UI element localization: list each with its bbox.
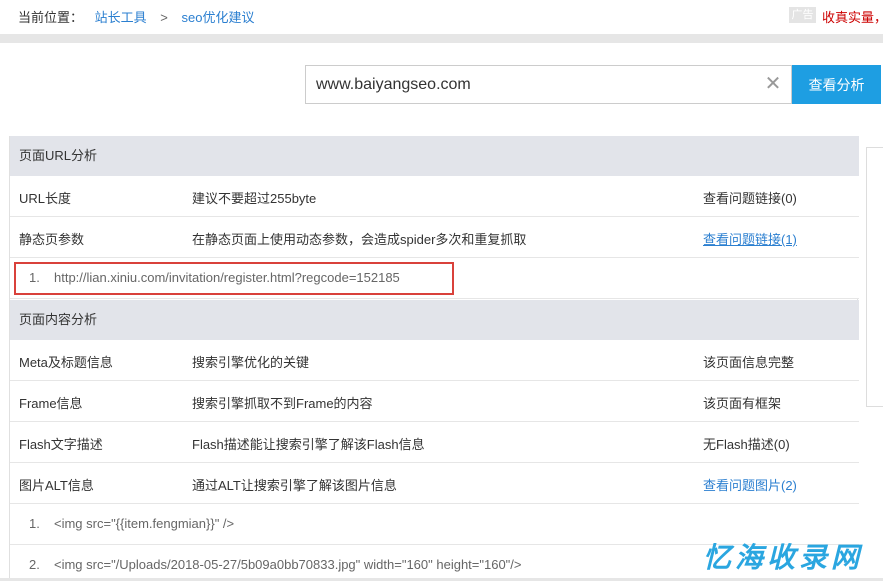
row-desc: Flash描述能让搜索引擎了解该Flash信息 <box>192 437 425 452</box>
section-header-url: 页面URL分析 <box>10 136 859 176</box>
row-desc: 建议不要超过255byte <box>192 191 317 206</box>
ad-badge: 广告 <box>789 7 816 23</box>
breadcrumb-home-link[interactable]: 站长工具 <box>95 10 147 25</box>
row-desc: 通过ALT让搜索引擎了解该图片信息 <box>192 478 397 493</box>
row-status: 查看问题链接(0) <box>703 191 797 206</box>
row-name: 图片ALT信息 <box>19 478 94 493</box>
analyze-button[interactable]: 查看分析 <box>792 65 881 104</box>
breadcrumb-current[interactable]: seo优化建议 <box>182 10 255 25</box>
row-name: Flash文字描述 <box>19 437 103 452</box>
table-row: 图片ALT信息 通过ALT让搜索引擎了解该图片信息 查看问题图片(2) <box>10 463 859 504</box>
search-box: ✕ <box>305 65 792 104</box>
list-item-text: <img src="/Uploads/2018-05-27/5b09a0bb70… <box>54 557 522 572</box>
analysis-panel: 页面URL分析 URL长度 建议不要超过255byte 查看问题链接(0) 静态… <box>9 136 859 581</box>
list-item-number: 2. <box>29 557 40 572</box>
row-desc: 搜索引擎抓取不到Frame的内容 <box>192 396 373 411</box>
divider-band <box>0 34 883 43</box>
breadcrumb: 当前位置： 站长工具 > seo优化建议 <box>18 7 254 26</box>
breadcrumb-separator: > <box>160 10 168 25</box>
watermark-logo: 忆海收录网 <box>703 542 864 573</box>
breadcrumb-prefix: 当前位置： <box>18 10 84 25</box>
row-name: URL长度 <box>19 191 72 206</box>
top-bar: 当前位置： 站长工具 > seo优化建议 广告 收真实量， <box>0 0 883 34</box>
table-row: Meta及标题信息 搜索引擎优化的关键 该页面信息完整 <box>10 340 859 381</box>
table-row: Frame信息 搜索引擎抓取不到Frame的内容 该页面有框架 <box>10 381 859 422</box>
ad-link[interactable]: 收真实量， <box>822 7 883 26</box>
table-row: URL长度 建议不要超过255byte 查看问题链接(0) <box>10 176 859 217</box>
row-status: 该页面有框架 <box>703 396 782 411</box>
row-name: Frame信息 <box>19 396 83 411</box>
view-problem-images-link[interactable]: 查看问题图片(2) <box>703 475 797 494</box>
close-icon[interactable]: ✕ <box>763 74 783 94</box>
row-desc: 在静态页面上使用动态参数，会造成spider多次和重复抓取 <box>192 232 527 247</box>
row-status: 无Flash描述(0) <box>703 437 790 452</box>
list-item-text: <img src="{{item.fengmian}}" /> <box>54 516 235 531</box>
table-row: Flash文字描述 Flash描述能让搜索引擎了解该Flash信息 无Flash… <box>10 422 859 463</box>
highlight-box <box>14 262 454 295</box>
list-item-number: 1. <box>29 516 40 531</box>
section-header-content: 页面内容分析 <box>10 300 859 340</box>
row-status: 该页面信息完整 <box>703 355 795 370</box>
row-name: 静态页参数 <box>19 232 85 247</box>
side-panel <box>866 147 883 407</box>
list-item: 1. <img src="{{item.fengmian}}" /> <box>10 504 859 545</box>
search-input[interactable] <box>316 66 756 103</box>
row-desc: 搜索引擎优化的关键 <box>192 355 310 370</box>
table-row: 静态页参数 在静态页面上使用动态参数，会造成spider多次和重复抓取 查看问题… <box>10 217 859 258</box>
view-problem-links-link[interactable]: 查看问题链接(1) <box>703 229 797 248</box>
row-name: Meta及标题信息 <box>19 355 113 370</box>
